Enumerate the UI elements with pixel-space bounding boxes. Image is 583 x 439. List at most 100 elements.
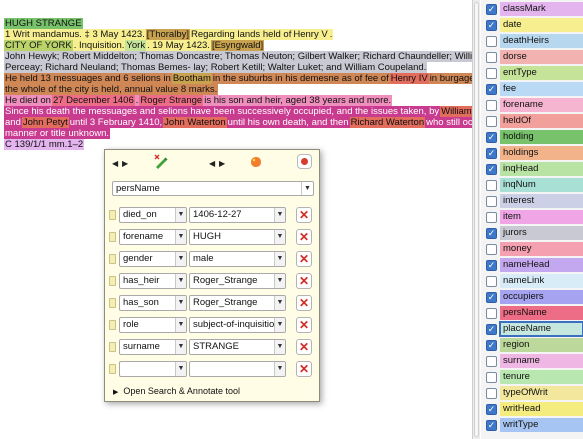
tag-checkbox[interactable]: [486, 212, 497, 223]
attribute-name-select[interactable]: ▼: [119, 361, 187, 377]
annotated-span[interactable]: HUGH STRANGE: [4, 18, 83, 29]
tag-item-placename[interactable]: ✓ placeName: [481, 321, 583, 337]
annotated-span[interactable]: who still occupies,: [425, 117, 472, 128]
attribute-value-field[interactable]: male ▼: [189, 251, 286, 267]
attribute-value-field[interactable]: ▼: [189, 361, 286, 377]
tag-checkbox[interactable]: [486, 180, 497, 191]
tag-checkbox[interactable]: [486, 196, 497, 207]
tag-item-date[interactable]: ✓ date: [481, 17, 583, 33]
tag-checkbox[interactable]: [486, 68, 497, 79]
delete-attribute-button[interactable]: ✕: [296, 207, 312, 223]
tag-checkbox[interactable]: ✓: [486, 292, 497, 303]
tag-checkbox[interactable]: ✓: [486, 164, 497, 175]
annotated-span[interactable]: . 19 May 1423.: [146, 40, 211, 51]
tag-item-writtype[interactable]: ✓ writType: [481, 417, 583, 433]
annotated-span[interactable]: in burgage tenure as: [428, 73, 472, 84]
annotated-span[interactable]: John Petyt: [21, 117, 69, 128]
tag-checkbox[interactable]: ✓: [486, 148, 497, 159]
tag-checkbox[interactable]: [486, 116, 497, 127]
attribute-name-select[interactable]: surname ▼: [119, 339, 187, 355]
scrollbar-thumb[interactable]: [474, 2, 479, 437]
annotated-span[interactable]: Since his death the messuages and selion…: [4, 106, 441, 117]
tag-checkbox[interactable]: [486, 244, 497, 255]
attribute-name-select[interactable]: gender ▼: [119, 251, 187, 267]
tag-checkbox[interactable]: ✓: [486, 20, 497, 31]
attribute-value-field[interactable]: STRANGE ▼: [189, 339, 286, 355]
annotated-span[interactable]: Perceay; Richard Neuland; Thomas Bemes- …: [4, 62, 428, 73]
tag-checkbox[interactable]: ✓: [486, 228, 497, 239]
attribute-value-field[interactable]: 1406-12-27 ▼: [189, 207, 286, 223]
next-span-arrow-icon[interactable]: ▶: [219, 159, 225, 168]
tag-item-jurors[interactable]: ✓ jurors: [481, 225, 583, 241]
drag-handle[interactable]: [109, 320, 116, 330]
open-search-annotate-tool-link[interactable]: ▶ Open Search & Annotate tool: [113, 386, 240, 396]
tag-checkbox[interactable]: [486, 36, 497, 47]
tag-item-persname[interactable]: persName: [481, 305, 583, 321]
annotated-span[interactable]: until his own death, and then: [226, 117, 350, 128]
attribute-name-select[interactable]: forename ▼: [119, 229, 187, 245]
tag-item-interest[interactable]: interest: [481, 193, 583, 209]
annotation-type-select[interactable]: persName ▼: [112, 181, 314, 196]
tag-item-holdings[interactable]: ✓ holdings: [481, 145, 583, 161]
delete-attribute-button[interactable]: ✕: [296, 317, 312, 333]
color-palette-icon[interactable]: [250, 156, 262, 168]
tag-item-fee[interactable]: ✓ fee: [481, 81, 583, 97]
annotated-span[interactable]: C 139/1/1 mm.1–2: [4, 139, 85, 150]
annotated-span[interactable]: William de Bowes: [440, 106, 472, 117]
annotated-span[interactable]: is his son and heir, aged 38 years and m…: [203, 95, 393, 106]
drag-handle[interactable]: [109, 342, 116, 352]
annotated-span[interactable]: manner or title unknown.: [4, 128, 111, 139]
drag-handle[interactable]: [109, 364, 116, 374]
annotated-span[interactable]: CITY OF YORK: [4, 40, 73, 51]
tag-item-writhead[interactable]: ✓ writHead: [481, 401, 583, 417]
tag-checkbox[interactable]: [486, 52, 497, 63]
attribute-name-select[interactable]: has_son ▼: [119, 295, 187, 311]
annotated-span[interactable]: until 3 February 1410,: [68, 117, 164, 128]
attribute-name-select[interactable]: has_heir ▼: [119, 273, 187, 289]
annotated-span[interactable]: .: [328, 29, 334, 40]
delete-attribute-button[interactable]: ✕: [296, 339, 312, 355]
prev-annotation-arrow-icon[interactable]: ◀: [112, 159, 118, 168]
tag-item-holding[interactable]: ✓ holding: [481, 129, 583, 145]
annotated-span[interactable]: Roger Strange: [139, 95, 204, 106]
annotated-span[interactable]: Richard Waterton: [349, 117, 426, 128]
tag-checkbox[interactable]: ✓: [486, 404, 497, 415]
tag-checkbox[interactable]: ✓: [486, 420, 497, 431]
annotated-span[interactable]: York: [125, 40, 147, 51]
tag-checkbox[interactable]: [486, 308, 497, 319]
tag-item-deathheirs[interactable]: deathHeirs: [481, 33, 583, 49]
tag-checkbox[interactable]: ✓: [486, 340, 497, 351]
tag-item-money[interactable]: money: [481, 241, 583, 257]
annotated-span[interactable]: . Inquisition.: [72, 40, 126, 51]
delete-attribute-button[interactable]: ✕: [296, 251, 312, 267]
annotated-span[interactable]: Henry IV: [389, 73, 429, 84]
tag-item-dorse[interactable]: dorse: [481, 49, 583, 65]
annotated-span[interactable]: the whole of the city is held, annual va…: [4, 84, 219, 95]
attribute-value-field[interactable]: subject-of-inquisition ▼: [189, 317, 286, 333]
edit-annotation-icon[interactable]: [153, 154, 169, 170]
delete-attribute-button[interactable]: ✕: [296, 361, 312, 377]
drag-handle[interactable]: [109, 232, 116, 242]
tag-item-tenure[interactable]: tenure: [481, 369, 583, 385]
annotated-span[interactable]: [Thoralby]: [145, 29, 190, 40]
document-scrollbar[interactable]: [472, 0, 480, 439]
tag-checkbox[interactable]: [486, 388, 497, 399]
tag-item-enttype[interactable]: entType: [481, 65, 583, 81]
attribute-name-select[interactable]: died_on ▼: [119, 207, 187, 223]
tag-item-typeofwrit[interactable]: typeOfWrit: [481, 385, 583, 401]
annotated-span[interactable]: 1 Writ mandamus. ‡ 3 May 1423.: [4, 29, 146, 40]
tag-item-region[interactable]: ✓ region: [481, 337, 583, 353]
delete-attribute-button[interactable]: ✕: [296, 273, 312, 289]
attribute-value-field[interactable]: Roger_Strange ▼: [189, 295, 286, 311]
tag-checkbox[interactable]: ✓: [486, 324, 497, 335]
next-annotation-arrow-icon[interactable]: ▶: [122, 159, 128, 168]
tag-item-surname[interactable]: surname: [481, 353, 583, 369]
attribute-value-field[interactable]: HUGH ▼: [189, 229, 286, 245]
annotated-span[interactable]: and: [4, 117, 22, 128]
close-popup-button[interactable]: [297, 154, 312, 169]
tag-item-classmark[interactable]: ✓ classMark: [481, 1, 583, 17]
attribute-name-select[interactable]: role ▼: [119, 317, 187, 333]
annotated-span[interactable]: He held 13 messuages and 6 selions in: [4, 73, 172, 84]
tag-item-namelink[interactable]: nameLink: [481, 273, 583, 289]
tag-checkbox[interactable]: ✓: [486, 132, 497, 143]
